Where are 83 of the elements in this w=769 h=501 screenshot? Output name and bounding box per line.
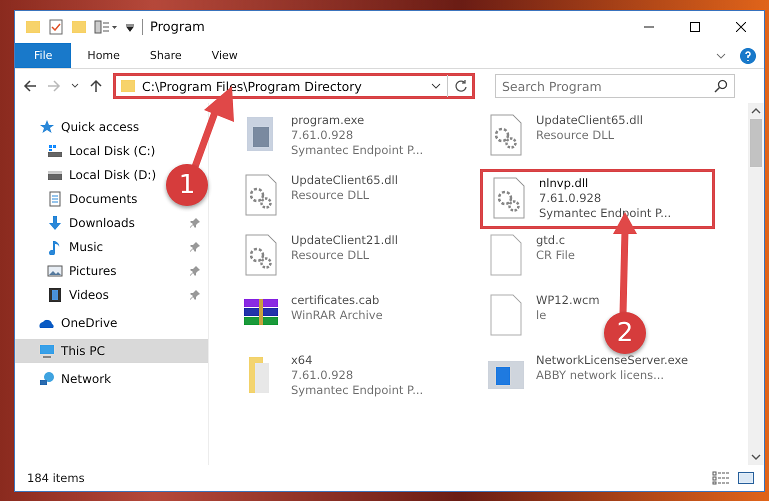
monitor-icon [39, 343, 55, 359]
file-item[interactable]: gtd.c CR File [480, 229, 579, 289]
window-title: Program [150, 20, 205, 34]
dropdown-caret-icon[interactable] [125, 22, 135, 32]
file-name: WP12.wcm [536, 293, 600, 308]
folder-path: C:\Program Files\Program Directory [142, 78, 363, 94]
properties-icon[interactable] [94, 19, 118, 35]
network-icon [39, 371, 55, 387]
file-detail: Resource DLL [291, 188, 370, 203]
file-name: NetworkLicenseServer.exe [536, 353, 688, 368]
sidebar-item[interactable]: Downloads [15, 211, 208, 235]
chevron-down-icon[interactable] [716, 50, 726, 60]
refresh-icon[interactable] [454, 79, 468, 93]
file-item[interactable]: UpdateClient21.dll Resource DLL [235, 229, 402, 289]
details-view-icon[interactable] [712, 471, 730, 485]
scrollbar[interactable] [748, 103, 764, 465]
pin-icon[interactable] [190, 242, 200, 252]
help-icon[interactable] [740, 48, 756, 64]
file-detail: le [536, 308, 548, 323]
document-icon [47, 191, 63, 207]
file-detail: 7.61.0.928 [291, 128, 354, 143]
drive-icon [47, 143, 63, 159]
file-name: x64 [291, 353, 314, 368]
pin-icon[interactable] [190, 290, 200, 300]
file-detail: Resource DLL [536, 128, 616, 143]
file-detail: Symantec Endpoint P... [291, 143, 424, 158]
file-detail: ABBY network licens... [536, 368, 666, 383]
scrollbar-thumb[interactable] [750, 119, 762, 167]
sidebar-item[interactable]: Videos [15, 283, 208, 307]
search-icon [714, 79, 728, 93]
file-item[interactable]: UpdateClient65.dll Resource DLL [235, 169, 402, 229]
pin-icon[interactable] [190, 266, 200, 276]
file-name: gtd.c [536, 233, 566, 248]
up-arrow-icon[interactable] [89, 79, 103, 93]
ribbon-tab[interactable]: Share [136, 43, 196, 68]
film-icon [47, 287, 63, 303]
address-bar[interactable]: C:\Program Files\Program Directory [113, 73, 475, 99]
ribbon-tab[interactable]: File [15, 43, 72, 68]
star-icon [39, 119, 55, 135]
item-count: 184 items [27, 471, 85, 485]
sidebar-item[interactable]: Local Disk (C:) [15, 139, 162, 163]
sidebar-item[interactable]: Documents [15, 187, 144, 211]
sidebar-item[interactable]: This PC [15, 339, 208, 363]
chevron-down-icon[interactable] [71, 82, 79, 90]
file-name: certificates.cab [291, 293, 380, 308]
file-name: UpdateClient65.dll [536, 113, 643, 128]
file-item[interactable]: certificates.cab WinRAR Archive [235, 289, 387, 349]
file-detail: WinRAR Archive [291, 308, 383, 323]
file-item[interactable]: program.exe 7.61.0.928 Symantec Endpoint P... [235, 109, 428, 169]
file-detail: 7.61.0.928 [291, 368, 354, 383]
chevron-up-icon[interactable] [751, 107, 761, 115]
chevron-down-icon[interactable] [431, 81, 441, 91]
down-arrow-icon [47, 215, 63, 231]
chevron-down-icon[interactable] [751, 453, 761, 461]
file-name: UpdateClient21.dll [291, 233, 398, 248]
file-item[interactable]: UpdateClient65.dll Resource DLL [480, 109, 647, 169]
file-detail: Resource DLL [291, 248, 370, 263]
large-icons-view-icon[interactable] [738, 471, 754, 485]
folder-icon [120, 78, 136, 94]
sidebar-item[interactable]: Music [15, 235, 208, 259]
maximize-icon [690, 22, 700, 32]
file-name: UpdateClient65.dll [291, 173, 398, 188]
file-detail: CR File [536, 248, 575, 263]
sidebar-item[interactable]: OneDrive [15, 311, 124, 335]
file-detail: 7.61.0.928 [539, 191, 602, 206]
file-item[interactable]: x64 7.61.0.928 Symantec Endpoint P... [235, 349, 428, 409]
sidebar-item[interactable]: Pictures [15, 259, 208, 283]
file-name: nlnvp.dll [539, 176, 590, 191]
checklist-icon[interactable] [48, 19, 64, 35]
close-icon [736, 22, 746, 32]
pin-icon[interactable] [190, 218, 200, 228]
sidebar-item[interactable]: Quick access [15, 115, 146, 139]
minimize-icon [644, 26, 654, 28]
sidebar-item[interactable]: Local Disk (D:) [15, 163, 162, 187]
sidebar-item[interactable]: Network [15, 367, 118, 391]
ribbon-tab[interactable]: View [198, 43, 252, 68]
file-name: program.exe [291, 113, 366, 128]
search-field[interactable]: Search Program [495, 74, 735, 98]
file-item[interactable]: WP12.wcm le [480, 289, 604, 349]
ribbon-tab[interactable]: Home [73, 43, 134, 68]
picture-icon [47, 263, 63, 279]
file-detail: Symantec Endpoint P... [291, 383, 424, 398]
back-arrow-icon[interactable] [23, 79, 37, 93]
